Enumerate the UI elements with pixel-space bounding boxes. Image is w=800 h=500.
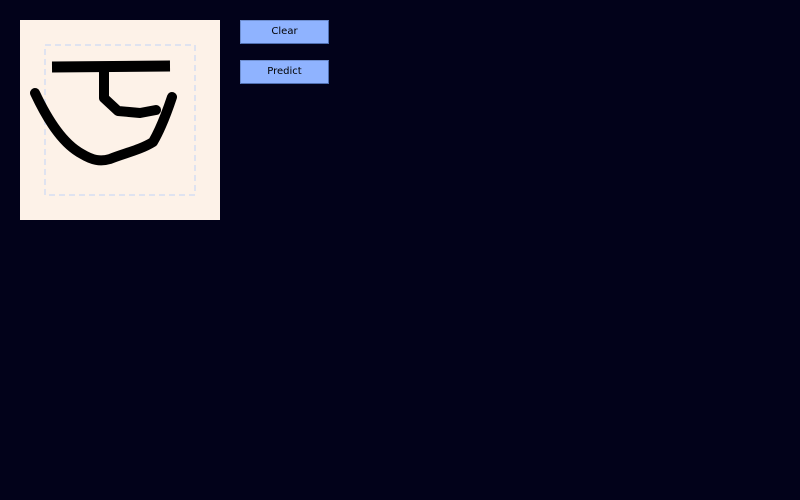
drawing-canvas[interactable] <box>20 20 220 220</box>
ink-stroke-hook <box>99 62 161 118</box>
clear-button[interactable]: Clear <box>240 20 329 44</box>
ink-stroke-top-bar <box>51 60 171 73</box>
drawing-surface[interactable] <box>20 20 220 220</box>
predict-button[interactable]: Predict <box>240 60 329 84</box>
